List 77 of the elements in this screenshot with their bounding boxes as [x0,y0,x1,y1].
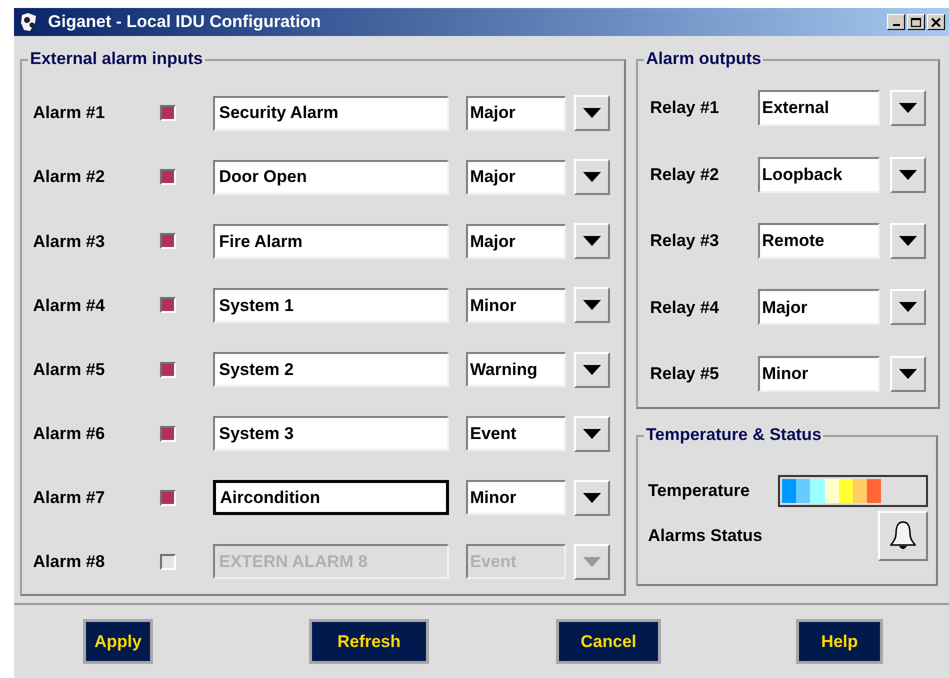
alarm-name-field[interactable]: Security Alarm [213,96,449,131]
meter-segment [852,479,868,503]
minimize-button[interactable] [887,14,905,30]
relay-field[interactable]: Remote [758,223,880,260]
caret-icon [899,302,917,312]
alarm-label: Alarm #5 [33,358,106,381]
relay-field[interactable]: Loopback [758,156,880,193]
relay-label: Relay #2 [650,164,720,186]
severity-field[interactable]: Major [466,160,566,195]
dropdown-button[interactable] [574,480,610,516]
alarm-label: Alarm #4 [33,294,106,317]
alarms-status-label: Alarms Status [648,525,762,548]
caret-icon [583,236,601,246]
caret-icon [583,492,601,503]
close-button[interactable] [927,14,945,30]
relay-label: Relay #5 [650,363,720,386]
alarm-label: Alarm #6 [33,422,106,445]
dropdown-button[interactable] [574,352,610,388]
dropdown-button[interactable] [890,223,926,260]
dropdown-button[interactable] [574,287,610,324]
dropdown-button[interactable] [890,156,926,193]
severity-field[interactable]: Warning [466,352,566,388]
action-button[interactable]: Cancel [556,619,661,664]
action-button[interactable]: Apply [83,619,153,664]
alarm-label: Alarm #8 [33,551,106,574]
relay-field[interactable]: Major [758,289,880,326]
action-button[interactable]: Refresh [309,619,429,664]
close-icon [931,18,941,26]
relay-label: Relay #4 [650,296,720,319]
severity-field[interactable]: Minor [466,480,566,516]
action-button[interactable]: Help [796,619,883,664]
caret-icon [583,428,601,439]
temperature-label: Temperature [648,480,750,502]
caret-icon [899,236,917,246]
caret-icon [899,170,917,180]
severity-field[interactable]: Event [466,416,566,452]
severity-field[interactable]: Major [466,96,566,131]
relay-field[interactable]: Minor [758,356,880,392]
alarm-name-field[interactable]: System 1 [213,288,449,323]
severity-field[interactable]: Major [466,224,566,259]
maximize-icon [911,18,921,26]
caret-icon [583,556,601,567]
meter-segment [782,479,796,503]
alarm-name-field[interactable]: Fire Alarm [213,224,449,259]
caret-icon [583,108,601,118]
severity-field[interactable]: Minor [466,288,566,323]
meter-segment [824,479,839,503]
minimize-icon [892,24,900,26]
maximize-button[interactable] [907,14,925,30]
alarm-bell-button[interactable] [878,511,928,561]
dropdown-button[interactable] [890,289,926,326]
relay-field[interactable]: External [758,90,880,126]
alarm-name-field[interactable]: Door Open [213,160,449,195]
alarm-label: Alarm #1 [33,102,106,124]
alarm-name-field[interactable]: System 3 [213,416,449,452]
caret-icon [899,368,917,379]
window-title: Giganet - Local IDU Configuration [48,11,321,34]
meter-segment [838,479,853,503]
caret-icon [583,172,601,182]
dropdown-button[interactable] [574,223,610,260]
alarm-name-field[interactable]: System 2 [213,352,449,388]
caret-icon [583,300,601,310]
dropdown-button[interactable] [890,356,926,392]
caret-icon [899,103,917,114]
alarm-label: Alarm #7 [33,487,106,510]
meter-segment [796,479,810,503]
alarm-label: Alarm #3 [33,230,106,253]
caret-icon [583,364,601,375]
alarm-name-field[interactable]: Aircondition [213,480,449,516]
dropdown-button[interactable] [890,90,926,126]
dropdown-button[interactable] [574,159,610,196]
dropdown-button[interactable] [574,95,610,132]
alarm-label: Alarm #2 [33,166,106,188]
relay-label: Relay #3 [650,230,720,252]
relay-label: Relay #1 [650,97,720,120]
meter-segment [810,479,825,503]
dropdown-button[interactable] [574,416,610,452]
